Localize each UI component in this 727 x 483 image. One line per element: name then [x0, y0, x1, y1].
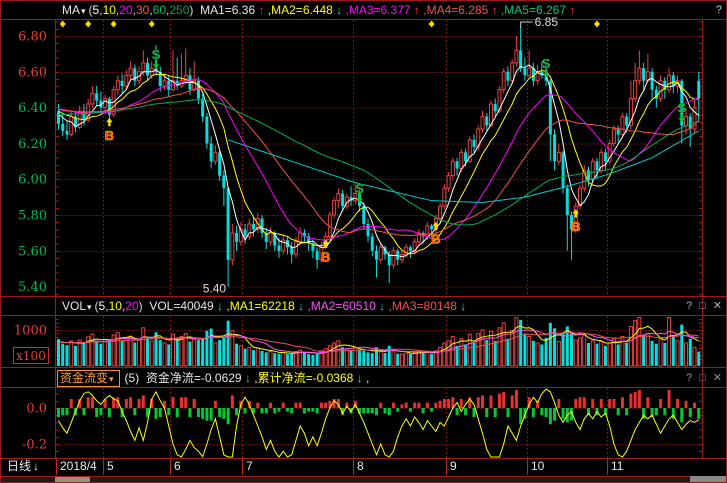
vol-indicator-dropdown[interactable]: VOL▾ [62, 297, 95, 316]
help-icon[interactable]: ? [686, 297, 692, 315]
series [57, 27, 700, 457]
month-label: 5 [103, 459, 114, 475]
svg-text:B: B [431, 232, 440, 247]
svg-text:B: B [105, 128, 114, 143]
month-label: 10 [527, 459, 544, 475]
trade-markers: BSBSBSBS6.855.40 [60, 15, 687, 296]
maximize-icon[interactable]: □ [699, 297, 706, 315]
svg-text:S: S [542, 56, 551, 71]
gridlines [57, 20, 702, 458]
flow-values-text: (5) 资金净流=-0.0629 ↓ ,累计净流=-0.0368 ↓ , [125, 369, 370, 387]
maximize-icon[interactable]: □ [699, 369, 706, 387]
svg-text:S: S [677, 101, 686, 116]
period-selector-button[interactable]: 日线↓ [0, 459, 62, 475]
svg-text:5.80: 5.80 [18, 209, 47, 224]
svg-text:5.40: 5.40 [203, 282, 227, 296]
svg-text:S: S [355, 181, 364, 196]
horizontal-scrollbar[interactable] [1, 477, 726, 482]
svg-text:-0.2: -0.2 [22, 438, 47, 453]
volume-indicator-header: VOL▾ (5,10,20) VOL=40049 ↓ ,MA1=62218 ↓ … [0, 297, 727, 315]
svg-text:6.60: 6.60 [18, 65, 47, 80]
close-icon[interactable]: ✕ [713, 369, 722, 387]
help-icon[interactable]: ? [716, 1, 722, 19]
svg-text:6.40: 6.40 [18, 101, 47, 116]
month-label: 8 [353, 459, 364, 475]
svg-text:1000: 1000 [14, 324, 47, 339]
close-icon[interactable]: ✕ [713, 297, 722, 315]
ma-indicator-label: MA [62, 3, 80, 17]
svg-text:S: S [152, 47, 161, 62]
scrollbar-thumb[interactable] [55, 477, 90, 482]
scrollbar-corner [690, 476, 726, 482]
help-icon[interactable]: ? [686, 369, 692, 387]
svg-text:B: B [571, 219, 580, 234]
vol-indicator-label: VOL [62, 299, 86, 313]
arrow-down-icon: ↓ [33, 459, 39, 473]
chevron-down-icon: ▾ [80, 6, 89, 16]
ma-values-text: (5,10,20,30,60,250) MA1=6.36 ↑ ,MA2=6.44… [89, 1, 576, 19]
svg-text:5.40: 5.40 [18, 280, 47, 295]
svg-text:x100: x100 [16, 349, 46, 363]
month-label: 2018/4 [56, 459, 97, 475]
month-label: 6 [170, 459, 181, 475]
svg-text:6.80: 6.80 [18, 30, 47, 45]
svg-text:6.00: 6.00 [18, 173, 47, 188]
stock-chart-window: 6.80 6.60 6.40 6.20 6.00 5.80 5.60 5.40 1000 x100… [0, 0, 727, 483]
svg-text:B: B [321, 249, 330, 264]
flow-indicator-header: 资金流变▾ (5) 资金净流=-0.0629 ↓ ,累计净流=-0.0368 ↓… [0, 369, 727, 387]
svg-text:0.0: 0.0 [26, 402, 47, 417]
main-indicator-header: MA▾ (5,10,20,30,60,250) MA1=6.36 ↑ ,MA2=… [0, 1, 727, 19]
month-label: 7 [242, 459, 253, 475]
svg-text:6.20: 6.20 [18, 137, 47, 152]
chevron-down-icon: ▾ [108, 374, 117, 384]
month-label: 11 [607, 459, 623, 475]
flow-indicator-dropdown[interactable]: 资金流变▾ [57, 370, 120, 387]
period-label: 日线 [7, 459, 31, 473]
chevron-down-icon: ▾ [86, 302, 95, 312]
vol-values-text: (5,10,20) VOL=40049 ↓ ,MA1=62218 ↓ ,MA2=… [95, 297, 467, 315]
month-label: 9 [446, 459, 457, 475]
chart-canvas[interactable]: 6.80 6.60 6.40 6.20 6.00 5.80 5.60 5.40 1000 x100… [0, 0, 727, 483]
flow-indicator-label: 资金流变 [60, 371, 108, 385]
svg-text:5.60: 5.60 [18, 244, 47, 259]
ma-indicator-dropdown[interactable]: MA▾ [62, 1, 89, 20]
axis-labels: 6.80 6.60 6.40 6.20 6.00 5.80 5.60 5.40 1000 x100… [14, 30, 49, 453]
